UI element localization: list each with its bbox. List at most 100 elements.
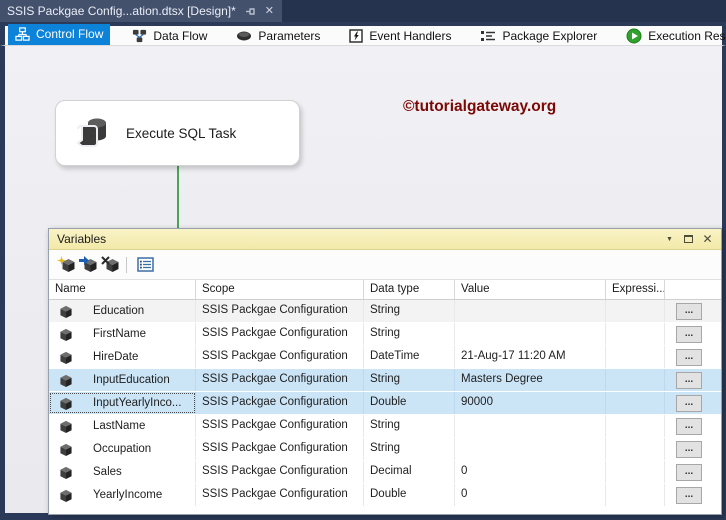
- expression-ellipsis-button[interactable]: ...: [676, 325, 702, 343]
- variable-expression-cell[interactable]: [606, 323, 665, 345]
- variable-datatype-cell[interactable]: Double: [364, 484, 455, 506]
- variable-scope-cell[interactable]: SSIS Packgae Configuration: [196, 415, 364, 437]
- variable-scope-cell[interactable]: SSIS Packgae Configuration: [196, 392, 364, 414]
- designer-tab-bar: Control Flow Data Flow Parameters Event …: [0, 22, 726, 46]
- variable-scope-cell[interactable]: SSIS Packgae Configuration: [196, 461, 364, 483]
- tab-control-flow[interactable]: Control Flow: [8, 23, 111, 45]
- variable-value-cell[interactable]: 90000: [455, 392, 606, 414]
- variable-row[interactable]: Sales SSIS Packgae Configuration Decimal…: [49, 461, 721, 484]
- document-tab[interactable]: SSIS Packgae Config...ation.dtsx [Design…: [0, 0, 283, 22]
- column-header-scope[interactable]: Scope: [196, 280, 364, 299]
- variable-scope-cell[interactable]: SSIS Packgae Configuration: [196, 346, 364, 368]
- variable-row[interactable]: InputYearlyInco... SSIS Packgae Configur…: [49, 392, 721, 415]
- grid-options-button[interactable]: [134, 254, 156, 276]
- tab-close-icon[interactable]: ✕: [265, 5, 274, 17]
- tab-execution-results[interactable]: Execution Results: [619, 26, 726, 46]
- parameters-icon: [236, 30, 252, 42]
- delete-variable-button[interactable]: [101, 254, 123, 276]
- variable-expression-cell[interactable]: [606, 461, 665, 483]
- expression-ellipsis-button[interactable]: ...: [676, 440, 702, 458]
- variable-row[interactable]: InputEducation SSIS Packgae Configuratio…: [49, 369, 721, 392]
- variable-button-cell: ...: [665, 484, 713, 506]
- close-icon[interactable]: ✕: [700, 232, 715, 247]
- add-variable-button[interactable]: [57, 254, 79, 276]
- variable-name-cell[interactable]: FirstName: [49, 323, 196, 345]
- package-explorer-icon: [480, 29, 496, 43]
- design-surface[interactable]: Execute SQL Task ©tutorialgateway.org Va…: [5, 46, 722, 515]
- expression-ellipsis-button[interactable]: ...: [676, 302, 702, 320]
- column-header-name[interactable]: Name: [49, 280, 196, 299]
- variable-name-cell[interactable]: LastName: [49, 415, 196, 437]
- variable-value-cell[interactable]: 0: [455, 484, 606, 506]
- variable-value-cell[interactable]: [455, 438, 606, 460]
- variable-name-cell[interactable]: HireDate: [49, 346, 196, 368]
- tab-event-handlers[interactable]: Event Handlers: [342, 26, 458, 46]
- variable-name-cell[interactable]: InputEducation: [49, 369, 196, 391]
- move-variable-button[interactable]: [79, 254, 101, 276]
- variable-name-cell[interactable]: YearlyIncome: [49, 484, 196, 506]
- variable-row[interactable]: FirstName SSIS Packgae Configuration Str…: [49, 323, 721, 346]
- variable-row[interactable]: YearlyIncome SSIS Packgae Configuration …: [49, 484, 721, 507]
- variable-datatype-cell[interactable]: Decimal: [364, 461, 455, 483]
- variable-scope-cell[interactable]: SSIS Packgae Configuration: [196, 438, 364, 460]
- variable-value-cell[interactable]: [455, 300, 606, 322]
- variable-icon: [59, 466, 73, 479]
- variable-expression-cell[interactable]: [606, 346, 665, 368]
- variable-value-cell[interactable]: 0: [455, 461, 606, 483]
- variable-datatype-cell[interactable]: String: [364, 438, 455, 460]
- variable-datatype-cell[interactable]: String: [364, 369, 455, 391]
- window-position-icon[interactable]: ▼: [662, 232, 677, 247]
- variable-expression-cell[interactable]: [606, 415, 665, 437]
- maximize-icon[interactable]: [681, 232, 696, 247]
- expression-ellipsis-button[interactable]: ...: [676, 463, 702, 481]
- variable-value-cell[interactable]: [455, 415, 606, 437]
- variable-datatype-cell[interactable]: Double: [364, 392, 455, 414]
- variable-scope-cell[interactable]: SSIS Packgae Configuration: [196, 323, 364, 345]
- column-header-data-type[interactable]: Data type: [364, 280, 455, 299]
- variable-datatype-cell[interactable]: DateTime: [364, 346, 455, 368]
- execute-sql-task[interactable]: Execute SQL Task: [55, 100, 300, 166]
- expression-ellipsis-button[interactable]: ...: [676, 486, 702, 504]
- variable-value-cell[interactable]: 21-Aug-17 11:20 AM: [455, 346, 606, 368]
- variable-value-cell[interactable]: [455, 323, 606, 345]
- variable-expression-cell[interactable]: [606, 438, 665, 460]
- expression-ellipsis-button[interactable]: ...: [676, 371, 702, 389]
- variable-name: InputEducation: [93, 374, 170, 386]
- pin-icon[interactable]: [245, 6, 256, 17]
- variable-expression-cell[interactable]: [606, 369, 665, 391]
- variable-row[interactable]: HireDate SSIS Packgae Configuration Date…: [49, 346, 721, 369]
- tab-data-flow[interactable]: Data Flow: [125, 26, 214, 46]
- variable-datatype-cell[interactable]: String: [364, 323, 455, 345]
- expression-ellipsis-button[interactable]: ...: [676, 348, 702, 366]
- expression-ellipsis-button[interactable]: ...: [676, 394, 702, 412]
- variables-titlebar[interactable]: Variables ▼ ✕: [49, 229, 721, 250]
- variable-datatype-cell[interactable]: String: [364, 415, 455, 437]
- variable-name-cell[interactable]: Sales: [49, 461, 196, 483]
- data-flow-icon: [132, 28, 147, 43]
- variable-row[interactable]: Education SSIS Packgae Configuration Str…: [49, 300, 721, 323]
- variable-name: Occupation: [93, 443, 152, 455]
- variable-name-cell[interactable]: InputYearlyInco...: [49, 392, 196, 414]
- column-header-value[interactable]: Value: [455, 280, 606, 299]
- variable-row[interactable]: Occupation SSIS Packgae Configuration St…: [49, 438, 721, 461]
- tab-parameters[interactable]: Parameters: [229, 26, 327, 46]
- expression-ellipsis-button[interactable]: ...: [676, 417, 702, 435]
- variable-expression-cell[interactable]: [606, 484, 665, 506]
- tab-package-explorer[interactable]: Package Explorer: [473, 26, 604, 46]
- variable-scope-cell[interactable]: SSIS Packgae Configuration: [196, 484, 364, 506]
- variable-expression-cell[interactable]: [606, 300, 665, 322]
- variable-icon: [59, 443, 73, 456]
- variable-name-cell[interactable]: Education: [49, 300, 196, 322]
- variable-row[interactable]: LastName SSIS Packgae Configuration Stri…: [49, 415, 721, 438]
- move-arrow-icon: [79, 254, 89, 268]
- variable-name-cell[interactable]: Occupation: [49, 438, 196, 460]
- column-header-expression[interactable]: Expressi...: [606, 280, 665, 299]
- variable-scope-cell[interactable]: SSIS Packgae Configuration: [196, 300, 364, 322]
- variable-value-cell[interactable]: Masters Degree: [455, 369, 606, 391]
- document-tab-strip: SSIS Packgae Config...ation.dtsx [Design…: [0, 0, 726, 22]
- variable-expression-cell[interactable]: [606, 392, 665, 414]
- variable-scope-cell[interactable]: SSIS Packgae Configuration: [196, 369, 364, 391]
- variable-button-cell: ...: [665, 438, 713, 460]
- variable-datatype-cell[interactable]: String: [364, 300, 455, 322]
- toolbar-separator: [126, 256, 127, 273]
